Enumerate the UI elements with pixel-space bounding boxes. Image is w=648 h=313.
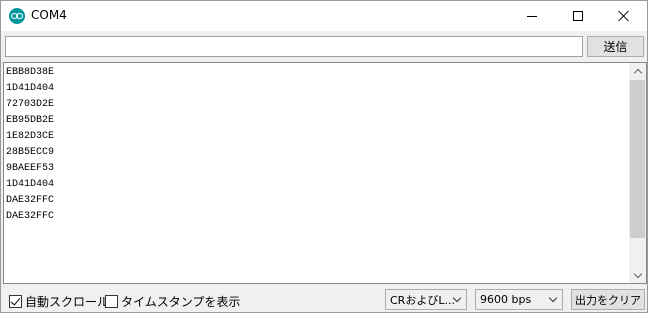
baud-rate-value: 9600 bps bbox=[480, 293, 532, 306]
output-line: DAE32FFC bbox=[6, 195, 55, 206]
baud-rate-select[interactable]: 9600 bps bbox=[475, 289, 563, 310]
output-lines: EBB8D38E 1D41D404 72703D2E EB95DB2E 1E82D3CE… bbox=[6, 65, 626, 225]
clear-output-button[interactable]: 出力をクリア bbox=[571, 289, 645, 310]
output-line: 1D41D404 bbox=[6, 179, 55, 190]
maximize-button[interactable] bbox=[555, 1, 601, 31]
send-input[interactable] bbox=[5, 36, 583, 57]
line-ending-select[interactable]: CRおよびL... bbox=[385, 289, 467, 310]
footer-bar: 自動スクロール タイムスタンプを表示 CRおよびL... 9600 bps 出力… bbox=[1, 285, 647, 312]
minimize-button[interactable] bbox=[509, 1, 555, 31]
autoscroll-label: 自動スクロール bbox=[25, 295, 110, 309]
timestamp-label: タイムスタンプを表示 bbox=[121, 295, 241, 309]
title-bar: COM4 bbox=[1, 1, 647, 31]
scroll-up-button[interactable] bbox=[629, 63, 646, 79]
window-title: COM4 bbox=[31, 8, 67, 22]
timestamp-checkbox[interactable]: タイムスタンプを表示 bbox=[105, 293, 240, 310]
output-line: DAE32FFC bbox=[6, 211, 55, 222]
line-ending-value: CRおよびL... bbox=[390, 293, 455, 307]
vertical-scrollbar[interactable] bbox=[629, 63, 646, 283]
serial-monitor-window: COM4 送信 EBB8D38E 1D41D404 72703D2E EB95DB2E… bbox=[0, 0, 648, 313]
checkbox-box[interactable] bbox=[105, 295, 118, 308]
checkbox-box[interactable] bbox=[9, 295, 22, 308]
output-line: EB95DB2E bbox=[6, 115, 55, 126]
chevron-down-icon bbox=[548, 293, 558, 303]
send-button[interactable]: 送信 bbox=[587, 36, 644, 57]
output-line: 9BAEEF53 bbox=[6, 163, 55, 174]
output-line: 1E82D3CE bbox=[6, 131, 55, 142]
scroll-thumb[interactable] bbox=[630, 80, 645, 238]
output-line: 28B5ECC9 bbox=[6, 147, 55, 158]
close-button[interactable] bbox=[601, 1, 647, 31]
output-line: 72703D2E bbox=[6, 99, 55, 110]
serial-output[interactable]: EBB8D38E 1D41D404 72703D2E EB95DB2E 1E82D3CE… bbox=[3, 62, 647, 284]
maximize-icon bbox=[573, 11, 583, 21]
output-line: 1D41D404 bbox=[6, 83, 55, 94]
output-line: EBB8D38E bbox=[6, 67, 55, 78]
autoscroll-checkbox[interactable]: 自動スクロール bbox=[9, 293, 109, 310]
arduino-icon bbox=[9, 8, 25, 24]
chevron-up-icon bbox=[633, 68, 642, 77]
minimize-icon bbox=[527, 15, 537, 17]
chevron-down-icon bbox=[633, 269, 642, 278]
scroll-down-button[interactable] bbox=[629, 267, 646, 283]
close-icon bbox=[618, 10, 630, 22]
